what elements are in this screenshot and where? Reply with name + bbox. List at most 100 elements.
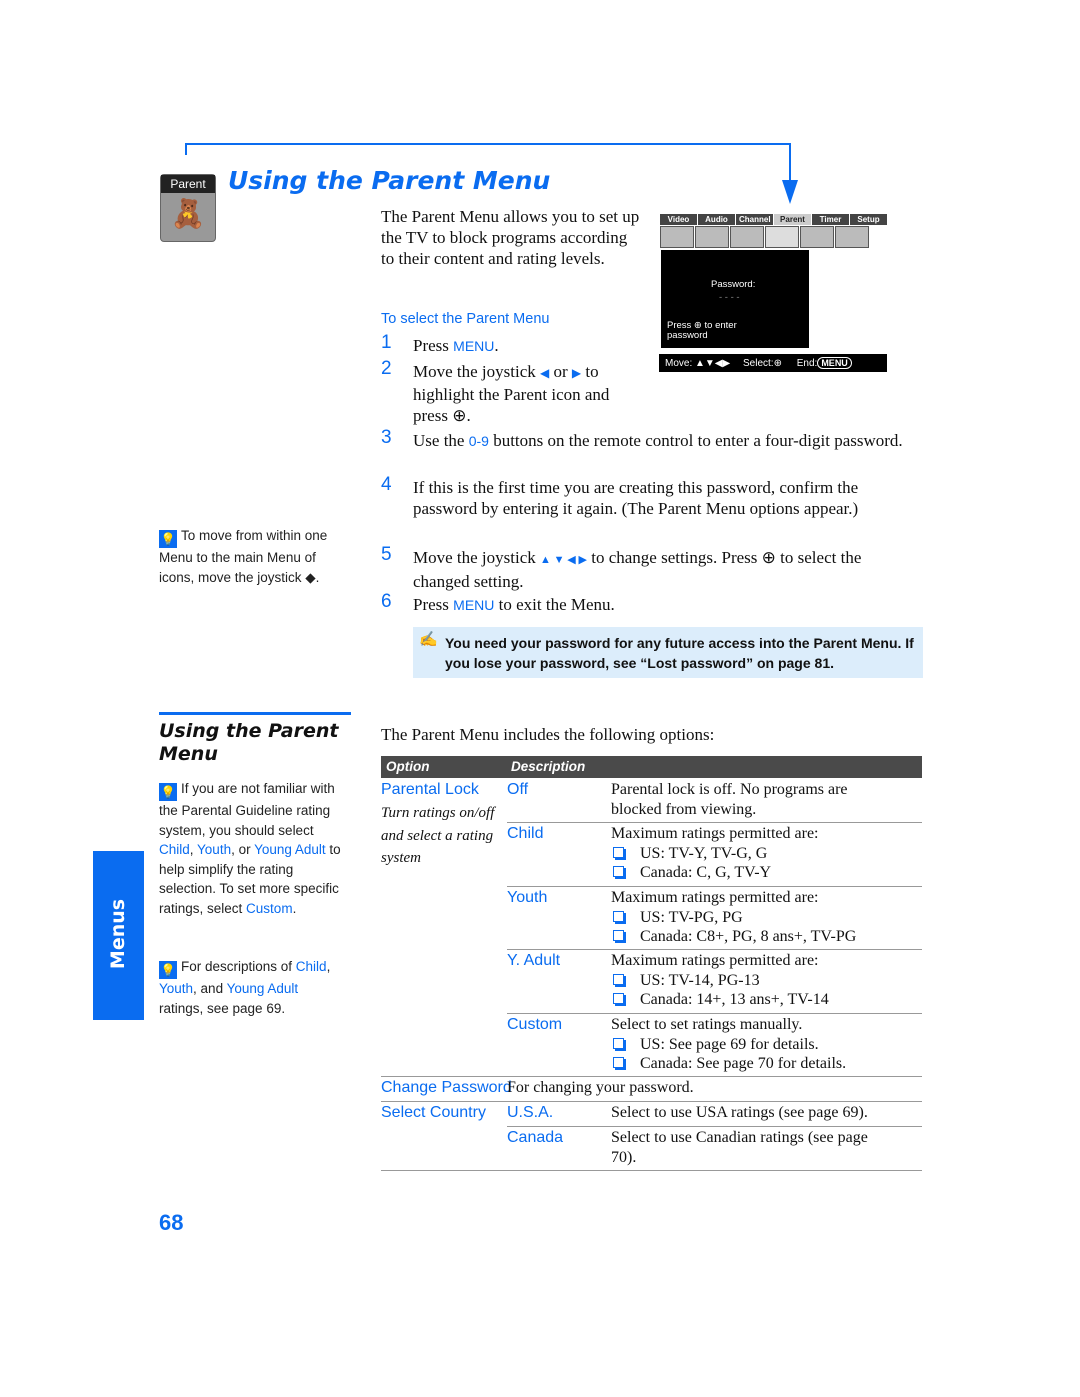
- option-note: Turn ratings on/off and select a rating …: [381, 805, 495, 866]
- step-number: 5: [381, 544, 392, 565]
- rating-value: Off: [507, 781, 529, 798]
- tip-text: , and: [193, 981, 227, 996]
- password-note: ✍ You need your password for any future …: [413, 627, 923, 678]
- audio-icon: [695, 226, 729, 248]
- password-hint: Press ⊕ to enter password: [667, 320, 737, 341]
- step-number: 4: [381, 474, 392, 495]
- rating-bullet: Canada: C, G, TV-Y: [613, 863, 771, 883]
- option-select-country: Select Country: [381, 1104, 486, 1121]
- tip-keyword: Young Adult: [254, 842, 326, 857]
- tip-keyword: Youth: [197, 842, 232, 857]
- sidebar-rule: [159, 712, 351, 715]
- section-side-tab: Menus: [93, 851, 144, 1020]
- rating-bullet: US: TV-Y, TV-G, G: [613, 844, 767, 864]
- rating-value: Y. Adult: [507, 952, 561, 969]
- tv-icons: [660, 226, 888, 253]
- digit-keys: 0-9: [468, 433, 489, 449]
- tip-text: , or: [231, 842, 255, 857]
- menu-key: MENU: [453, 597, 495, 613]
- option-description: For changing your password.: [507, 1079, 694, 1096]
- video-icon: [660, 226, 694, 248]
- right-arrow-icon: ▶: [571, 366, 582, 380]
- step-number: 1: [381, 332, 392, 353]
- step-text: Use the: [413, 431, 469, 450]
- tip-move-joystick: 💡 To move from within one Menu to the mai…: [159, 526, 339, 587]
- row-divider: [507, 822, 922, 823]
- checkbox-bullet-icon: [613, 866, 624, 877]
- table-header: Option Description: [381, 756, 922, 778]
- rating-description: Parental lock is off. No programs are bl…: [611, 781, 848, 818]
- pencil-note-icon: ✍: [419, 631, 438, 648]
- tip-lightbulb-icon: 💡: [159, 783, 177, 801]
- page-title: Using the Parent Menu: [228, 166, 551, 195]
- step-text: Move the joystick: [413, 548, 541, 567]
- tip-lightbulb-icon: 💡: [159, 530, 177, 548]
- parent-icon: [765, 226, 799, 248]
- row-divider: [507, 886, 922, 887]
- step-number: 3: [381, 427, 392, 448]
- options-intro: The Parent Menu includes the following o…: [381, 725, 715, 744]
- teddy-bear-icon: 🧸: [170, 199, 206, 230]
- setup-icon: [835, 226, 869, 248]
- rating-bullet: Canada: See page 70 for details.: [613, 1054, 846, 1074]
- select-button-icon: ⊕: [773, 358, 782, 369]
- tv-nav-bar: Move: ▲▼◀▶ Select:⊕ End: MENU: [659, 354, 887, 372]
- tip-keyword: Custom: [246, 900, 293, 916]
- step-text: Press: [413, 336, 454, 355]
- password-label: Password:: [711, 279, 756, 290]
- note-text: You need your password for any future ac…: [445, 635, 914, 671]
- intro-text: The Parent Menu allows you to set up the…: [381, 207, 640, 268]
- manual-page: Parent 🧸 Using the Parent Menu The Paren…: [0, 0, 1080, 1397]
- row-divider: [507, 1126, 922, 1127]
- left-arrow-icon: ◀: [540, 366, 550, 380]
- bullet-text: Canada: C8+, PG, 8 ans+, TV-PG: [640, 928, 857, 945]
- checkbox-bullet-icon: [613, 910, 624, 922]
- bullet-text: Canada: C, G, TV-Y: [640, 864, 772, 881]
- connector-line: [185, 143, 790, 145]
- menu-button-icon: MENU: [817, 357, 852, 369]
- checkbox-bullet-icon: [613, 1037, 624, 1049]
- procedure-heading: To select the Parent Menu: [381, 311, 550, 327]
- checkbox-bullet-icon: [613, 930, 624, 941]
- select-button-icon: ⊕: [452, 406, 467, 425]
- rating-description: Select to set ratings manually.: [611, 1016, 803, 1033]
- tip-rating-selection: 💡 If you are not familiar with the Parent…: [159, 779, 349, 918]
- step-6: Press MENU to exit the Menu.: [413, 594, 615, 616]
- tv-tab: Setup: [850, 214, 887, 225]
- rating-description: Maximum ratings permitted are:: [611, 825, 819, 842]
- option-parental-lock: Parental Lock: [381, 781, 479, 798]
- tv-tab: Timer: [812, 214, 849, 225]
- step-5: Move the joystick ▲ ▼ ◀ ▶ to change sett…: [413, 547, 913, 592]
- option-description: Select to use USA ratings (see page 69).: [611, 1104, 868, 1121]
- channel-icon: [730, 226, 764, 248]
- step-text: .: [494, 336, 499, 355]
- checkbox-bullet-icon: [613, 993, 624, 1004]
- menu-key: MENU: [453, 338, 495, 354]
- rating-bullet: Canada: C8+, PG, 8 ans+, TV-PG: [613, 927, 856, 947]
- options-table: Option Description Parental Lock Turn ra…: [381, 756, 922, 1172]
- rating-value: Youth: [507, 889, 548, 906]
- parent-icon: Parent 🧸: [160, 174, 216, 242]
- value-usa: U.S.A.: [507, 1104, 554, 1121]
- checkbox-bullet-icon: [613, 1057, 624, 1068]
- bullet-text: US: TV-Y, TV-G, G: [640, 844, 768, 862]
- side-tab-label: Menus: [107, 898, 129, 970]
- bullet-text: US: TV-PG, PG: [640, 908, 743, 926]
- tip-text: If you are not familiar with the Parenta…: [159, 781, 335, 838]
- step-text: to change settings. Press: [586, 548, 762, 567]
- row-divider: [507, 1013, 922, 1014]
- header-option: Option: [386, 759, 430, 774]
- select-label: Select:: [742, 358, 774, 369]
- step-number: 6: [381, 591, 392, 612]
- row-divider: [507, 949, 922, 950]
- sidebar-heading: Using the Parent Menu: [159, 720, 339, 765]
- header-description: Description: [511, 759, 586, 774]
- tip-text: To move from within one Menu to the main…: [159, 528, 328, 585]
- tip-text: .: [292, 900, 297, 916]
- rating-bullet: US: See page 69 for details.: [613, 1035, 819, 1055]
- password-mask: - - - -: [719, 292, 740, 303]
- end-label: End:: [796, 358, 818, 369]
- rating-description: Maximum ratings permitted are:: [611, 889, 819, 906]
- step-text: Move the joystick: [413, 362, 541, 381]
- step-number: 2: [381, 358, 392, 379]
